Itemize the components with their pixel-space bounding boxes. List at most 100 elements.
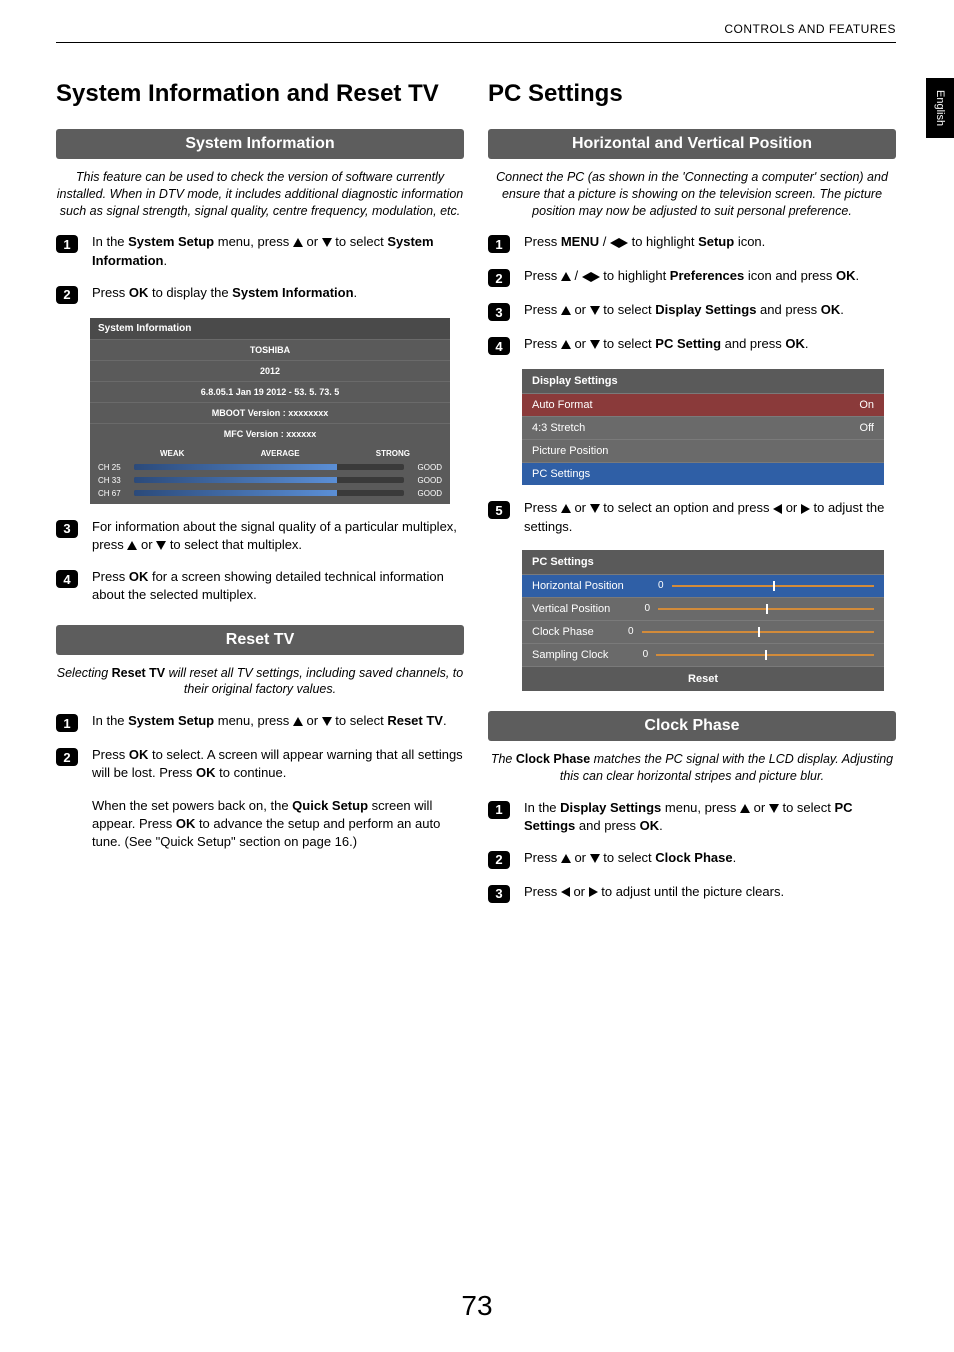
panel-row: Sampling Clock 0 [522,643,884,666]
down-arrow-icon [156,541,166,550]
slider-control: 0 [656,580,874,591]
step-number-icon: 4 [488,337,510,355]
panel-row: Auto FormatOn [522,393,884,416]
step-text: In the System Setup menu, press or to se… [92,712,464,730]
clockphase-step-2: 2 Press or to select Clock Phase. [488,849,896,869]
down-arrow-icon [322,717,332,726]
up-arrow-icon [740,804,750,813]
hvpos-step-2: 2 Press / to highlight Preferences icon … [488,267,896,287]
panel-brand: TOSHIBA [90,339,450,360]
down-arrow-icon [590,504,600,513]
panel-mfc: MFC Version : xxxxxx [90,423,450,444]
slider-track-icon [656,654,874,656]
step-number-icon: 1 [56,235,78,253]
step-number-icon: 1 [56,714,78,732]
page-number: 73 [0,1290,954,1322]
step-number-icon: 4 [56,570,78,588]
panel-row: Clock Phase 0 [522,620,884,643]
step-number-icon: 3 [56,520,78,538]
up-arrow-icon [127,541,137,550]
step-number-icon: 3 [488,885,510,903]
header-rule [56,42,896,43]
up-arrow-icon [561,272,571,281]
up-arrow-icon [561,854,571,863]
reset-tv-intro: Selecting Reset TV will reset all TV set… [56,665,464,699]
signal-row: CH 67 GOOD [90,487,450,504]
right-arrow-icon [801,504,810,514]
step-text: Press OK for a screen showing detailed t… [92,568,464,604]
slider-track-icon [658,608,874,610]
language-tab: English [926,78,954,138]
panel-row: Vertical Position 0 [522,597,884,620]
right-column: PC Settings Horizontal and Vertical Posi… [488,80,896,917]
down-arrow-icon [590,306,600,315]
clock-phase-intro: The Clock Phase matches the PC signal wi… [488,751,896,785]
panel-mboot: MBOOT Version : xxxxxxxx [90,402,450,423]
step-text: Press or to adjust until the picture cle… [524,883,896,901]
left-arrow-icon [582,272,591,282]
system-information-panel: System Information TOSHIBA 2012 6.8.05.1… [90,318,450,504]
up-arrow-icon [293,717,303,726]
clock-phase-heading: Clock Phase [488,711,896,741]
sys-info-intro: This feature can be used to check the ve… [56,169,464,220]
right-h1: PC Settings [488,80,896,109]
slider-control: 0 [626,626,874,637]
step-text: Press / to highlight Preferences icon an… [524,267,896,285]
step-number-icon: 2 [56,286,78,304]
down-arrow-icon [322,238,332,247]
signal-row: CH 33 GOOD [90,474,450,487]
step-number-icon: 2 [488,269,510,287]
signal-bar-icon [134,464,404,470]
left-h1: System Information and Reset TV [56,80,464,109]
right-arrow-icon [589,887,598,897]
signal-bar-icon [134,477,404,483]
step-text: Press or to select Display Settings and … [524,301,896,319]
slider-control: 0 [640,649,874,660]
step-number-icon: 2 [56,748,78,766]
panel-row-selected: PC Settings [522,462,884,485]
sysinfo-step-1: 1 In the System Setup menu, press or to … [56,233,464,269]
signal-header: WEAK AVERAGE STRONG [90,444,450,461]
panel-row-selected: Horizontal Position 0 [522,574,884,597]
down-arrow-icon [590,340,600,349]
step-text: Press MENU / to highlight Setup icon. [524,233,896,251]
step-text: Press OK to select. A screen will appear… [92,746,464,851]
step-number-icon: 3 [488,303,510,321]
clockphase-step-1: 1 In the Display Settings menu, press or… [488,799,896,835]
step-number-icon: 1 [488,235,510,253]
step-text: Press or to select Clock Phase. [524,849,896,867]
hvpos-step-3: 3 Press or to select Display Settings an… [488,301,896,321]
left-arrow-icon [610,238,619,248]
down-arrow-icon [769,804,779,813]
panel-row: Picture Position [522,439,884,462]
step-text: Press or to select PC Setting and press … [524,335,896,353]
step-text: In the Display Settings menu, press or t… [524,799,896,835]
pc-settings-panel: PC Settings Horizontal Position 0 Vertic… [522,550,884,691]
hvpos-step-1: 1 Press MENU / to highlight Setup icon. [488,233,896,253]
up-arrow-icon [293,238,303,247]
hv-position-intro: Connect the PC (as shown in the 'Connect… [488,169,896,220]
sys-info-heading: System Information [56,129,464,159]
step-text: For information about the signal quality… [92,518,464,554]
panel-year: 2012 [90,360,450,381]
signal-row: CH 25 GOOD [90,461,450,474]
panel-title: Display Settings [522,369,884,393]
sysinfo-step-4: 4 Press OK for a screen showing detailed… [56,568,464,604]
step-text: Press OK to display the System Informati… [92,284,464,302]
left-column: System Information and Reset TV System I… [56,80,464,917]
header-controls-features: CONTROLS AND FEATURES [724,22,896,36]
panel-title: PC Settings [522,550,884,574]
left-arrow-icon [773,504,782,514]
sysinfo-step-3: 3 For information about the signal quali… [56,518,464,554]
step-number-icon: 5 [488,501,510,519]
clockphase-step-3: 3 Press or to adjust until the picture c… [488,883,896,903]
hvpos-step-5: 5 Press or to select an option and press… [488,499,896,535]
sysinfo-step-2: 2 Press OK to display the System Informa… [56,284,464,304]
up-arrow-icon [561,504,571,513]
step-number-icon: 2 [488,851,510,869]
reset-tv-heading: Reset TV [56,625,464,655]
panel-reset: Reset [522,666,884,691]
right-arrow-icon [619,238,628,248]
right-arrow-icon [591,272,600,282]
reset-step-1: 1 In the System Setup menu, press or to … [56,712,464,732]
